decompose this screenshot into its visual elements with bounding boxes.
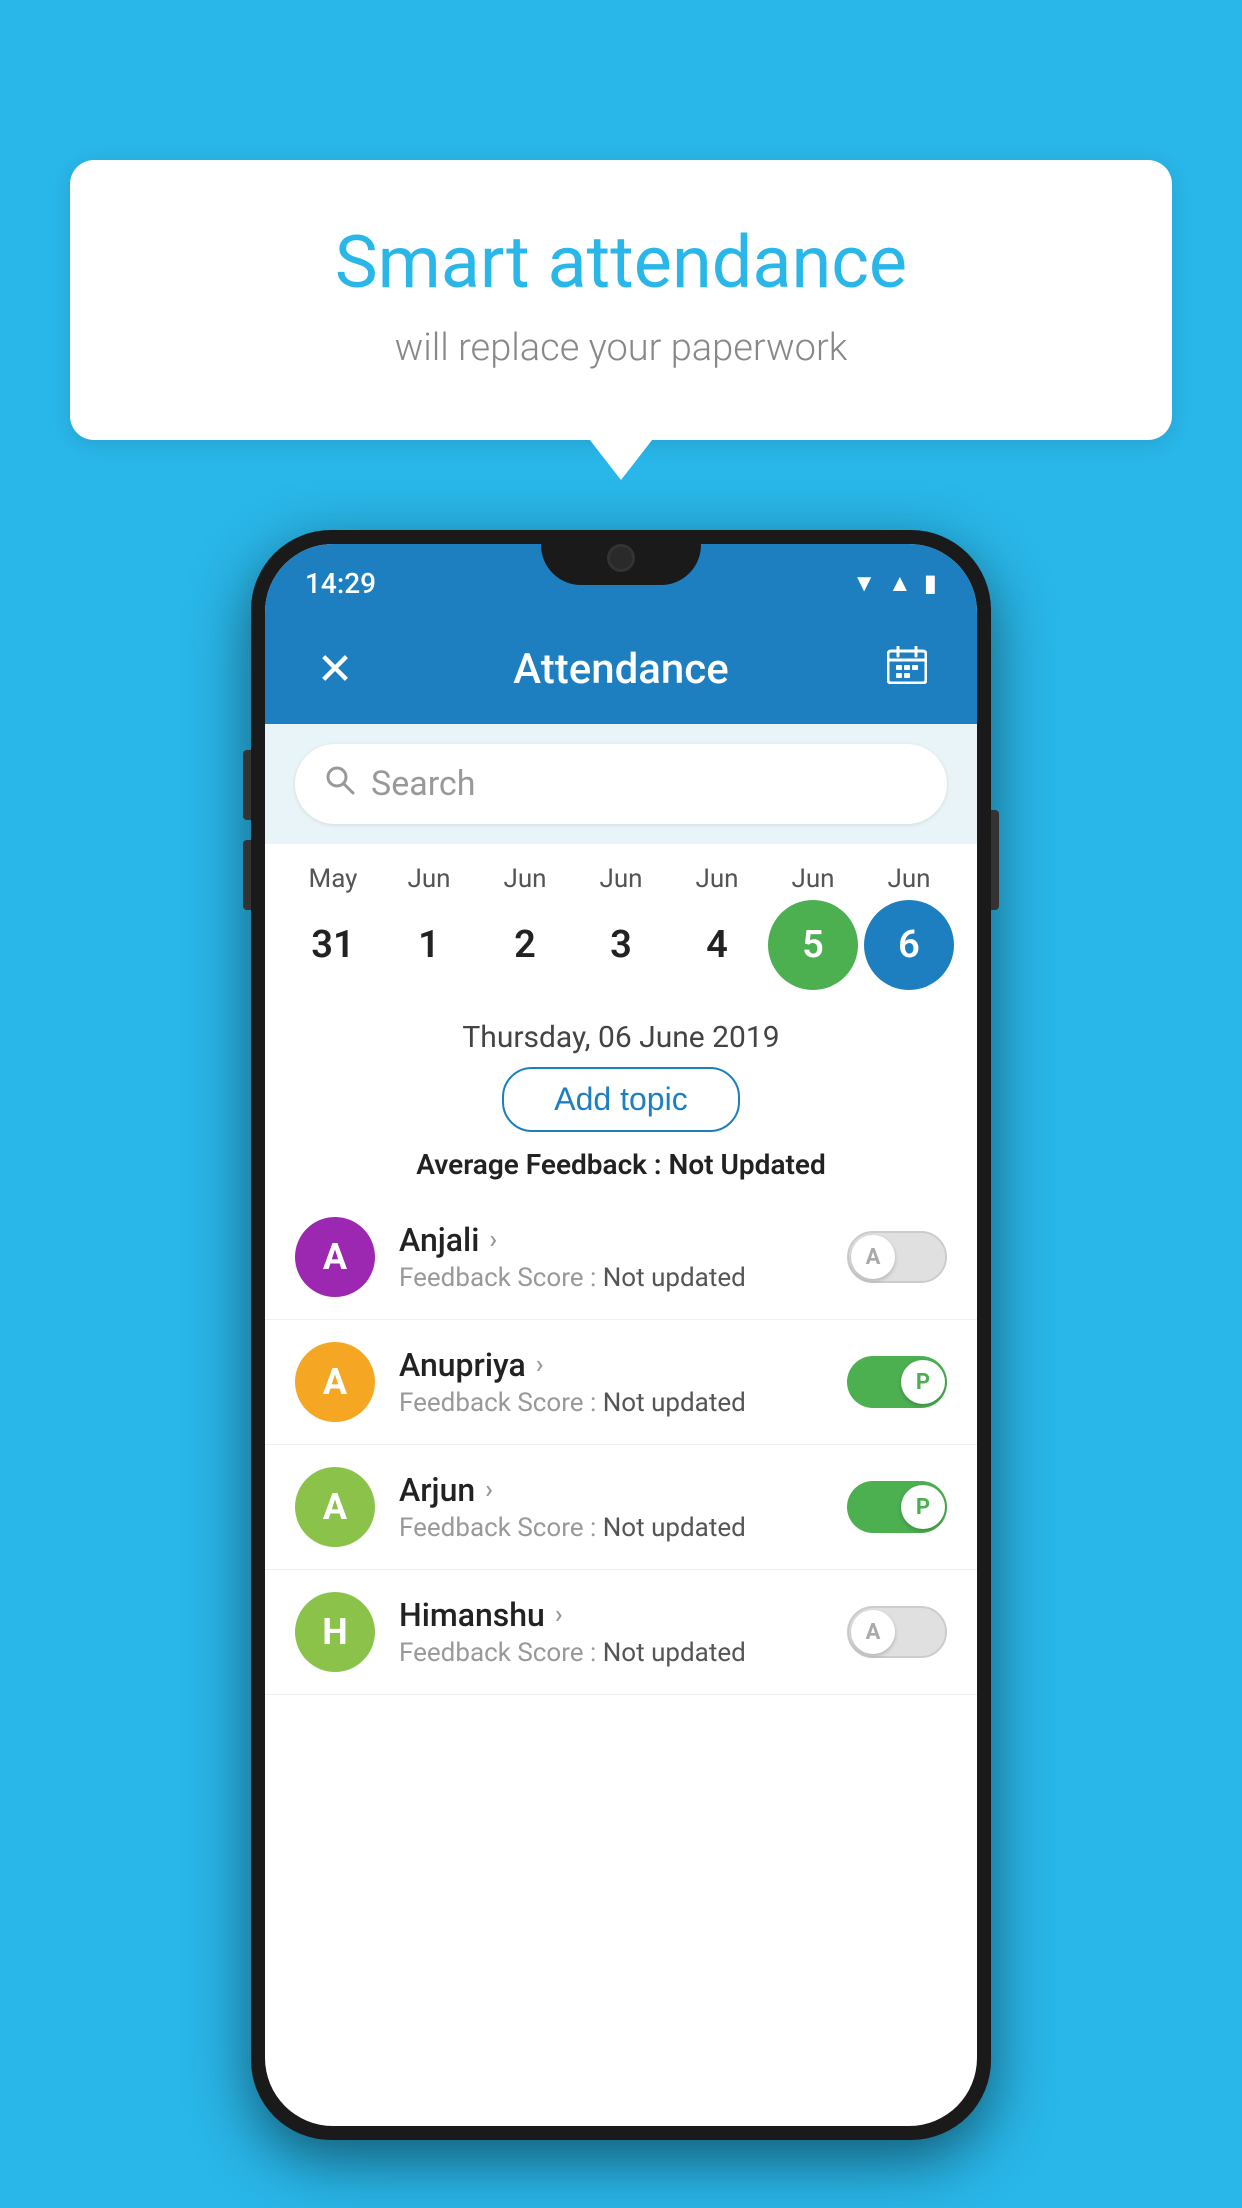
content-area: Thursday, 06 June 2019 Add topic Average… <box>265 1000 977 1695</box>
calendar-dates: 31 1 2 3 4 5 6 <box>265 900 977 990</box>
month-1: Jun <box>384 864 474 894</box>
student-feedback-anjali: Feedback Score : Not updated <box>399 1263 847 1293</box>
date-5[interactable]: 5 <box>768 900 858 990</box>
vol-down-button <box>243 840 251 910</box>
phone-notch <box>541 530 701 585</box>
toggle-circle-arjun: P <box>901 1485 945 1529</box>
student-info-himanshu: Himanshu › Feedback Score : Not updated <box>399 1596 847 1668</box>
date-2[interactable]: 2 <box>480 900 570 990</box>
chevron-right-icon: › <box>536 1350 544 1380</box>
signal-icon: ▲ <box>888 569 912 598</box>
student-item[interactable]: A Arjun › Feedback Score : Not updated P <box>265 1445 977 1570</box>
calendar-button[interactable] <box>877 646 937 693</box>
app-bar-title: Attendance <box>365 645 877 694</box>
student-feedback-anupriya: Feedback Score : Not updated <box>399 1388 847 1418</box>
date-6[interactable]: 6 <box>864 900 954 990</box>
phone-camera <box>607 544 635 572</box>
student-avatar-anjali: A <box>295 1217 375 1297</box>
battery-icon: ▮ <box>924 569 937 597</box>
speech-bubble: Smart attendance will replace your paper… <box>70 160 1172 440</box>
status-icons: ▼ ▲ ▮ <box>852 569 937 598</box>
student-name-text: Arjun <box>399 1471 475 1509</box>
attendance-toggle-anupriya[interactable]: P <box>847 1356 947 1408</box>
month-3: Jun <box>576 864 666 894</box>
calendar-strip[interactable]: May Jun Jun Jun Jun Jun Jun 31 1 2 3 4 5… <box>265 844 977 1000</box>
student-avatar-himanshu: H <box>295 1592 375 1672</box>
toggle-circle-anupriya: P <box>901 1360 945 1404</box>
student-name-himanshu[interactable]: Himanshu › <box>399 1596 847 1634</box>
student-name-arjun[interactable]: Arjun › <box>399 1471 847 1509</box>
student-name-text: Himanshu <box>399 1596 545 1634</box>
close-button[interactable]: ✕ <box>305 643 365 695</box>
month-2: Jun <box>480 864 570 894</box>
phone-frame: 14:29 ▼ ▲ ▮ ✕ Attendance <box>251 530 991 2140</box>
student-avatar-arjun: A <box>295 1467 375 1547</box>
bubble-subtitle: will replace your paperwork <box>120 326 1122 370</box>
selected-date-label: Thursday, 06 June 2019 <box>265 1000 977 1067</box>
power-button <box>991 810 999 910</box>
toggle-circle-himanshu: A <box>851 1610 895 1654</box>
add-topic-button[interactable]: Add topic <box>502 1067 739 1132</box>
wifi-icon: ▼ <box>852 569 876 598</box>
calendar-months: May Jun Jun Jun Jun Jun Jun <box>265 864 977 894</box>
attendance-toggle-himanshu[interactable]: A <box>847 1606 947 1658</box>
search-bar[interactable]: Search <box>295 744 947 824</box>
status-time: 14:29 <box>305 567 376 600</box>
search-placeholder: Search <box>371 764 475 804</box>
date-31[interactable]: 31 <box>288 900 378 990</box>
date-3[interactable]: 3 <box>576 900 666 990</box>
student-avatar-anupriya: A <box>295 1342 375 1422</box>
search-container: Search <box>265 724 977 844</box>
average-feedback: Average Feedback : Not Updated <box>265 1148 977 1181</box>
average-feedback-label: Average Feedback : <box>416 1148 668 1181</box>
toggle-circle-anjali: A <box>851 1235 895 1279</box>
student-name-anjali[interactable]: Anjali › <box>399 1221 847 1259</box>
student-info-anjali: Anjali › Feedback Score : Not updated <box>399 1221 847 1293</box>
month-5: Jun <box>768 864 858 894</box>
date-4[interactable]: 4 <box>672 900 762 990</box>
month-4: Jun <box>672 864 762 894</box>
student-item[interactable]: A Anupriya › Feedback Score : Not update… <box>265 1320 977 1445</box>
phone-container: 14:29 ▼ ▲ ▮ ✕ Attendance <box>251 530 991 2140</box>
phone-screen: 14:29 ▼ ▲ ▮ ✕ Attendance <box>265 544 977 2126</box>
student-name-text: Anjali <box>399 1221 479 1259</box>
student-feedback-arjun: Feedback Score : Not updated <box>399 1513 847 1543</box>
date-1[interactable]: 1 <box>384 900 474 990</box>
month-0: May <box>288 864 378 894</box>
app-bar: ✕ Attendance <box>265 614 977 724</box>
chevron-right-icon: › <box>555 1600 563 1630</box>
attendance-toggle-anjali[interactable]: A <box>847 1231 947 1283</box>
bubble-title: Smart attendance <box>120 220 1122 306</box>
chevron-right-icon: › <box>489 1225 497 1255</box>
search-icon <box>325 765 355 803</box>
chevron-right-icon: › <box>485 1475 493 1505</box>
student-name-anupriya[interactable]: Anupriya › <box>399 1346 847 1384</box>
student-item[interactable]: A Anjali › Feedback Score : Not updated … <box>265 1195 977 1320</box>
student-info-anupriya: Anupriya › Feedback Score : Not updated <box>399 1346 847 1418</box>
month-6: Jun <box>864 864 954 894</box>
attendance-toggle-arjun[interactable]: P <box>847 1481 947 1533</box>
student-name-text: Anupriya <box>399 1346 526 1384</box>
student-info-arjun: Arjun › Feedback Score : Not updated <box>399 1471 847 1543</box>
vol-up-button <box>243 750 251 820</box>
average-feedback-value: Not Updated <box>669 1148 826 1181</box>
student-item[interactable]: H Himanshu › Feedback Score : Not update… <box>265 1570 977 1695</box>
student-feedback-himanshu: Feedback Score : Not updated <box>399 1638 847 1668</box>
